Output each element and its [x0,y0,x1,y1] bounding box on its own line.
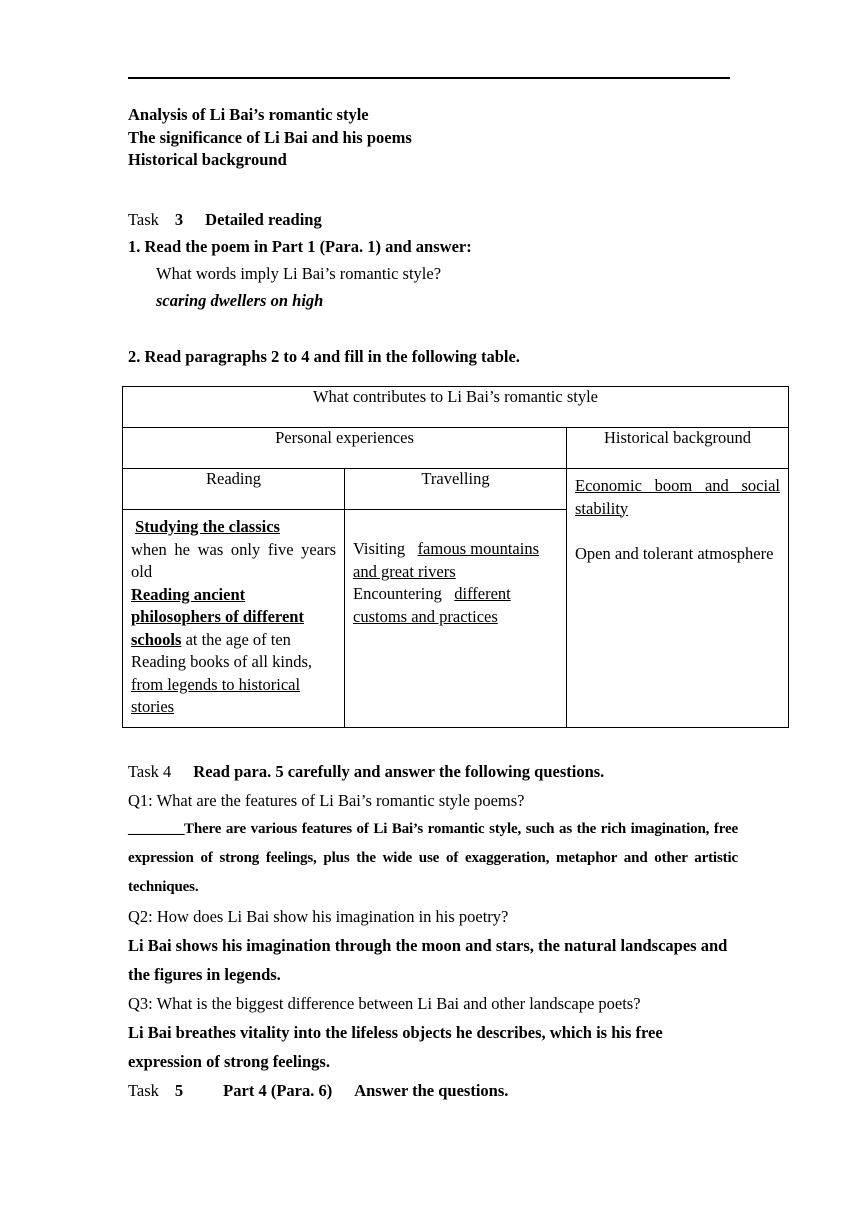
task3-heading: Task 3 Detailed reading [128,206,788,233]
table-group-personal-experiences: Personal experiences [122,427,567,469]
task3-label: Task [128,209,159,229]
task4-q1: Q1: What are the features of Li Bai’s ro… [128,791,525,810]
task4-label: Task [128,762,159,781]
task3-question: What words imply Li Bai’s romantic style… [156,263,442,283]
romantic-style-table-wrap: What contributes to Li Bai’s romantic st… [122,386,789,728]
table-group-historical-background: Historical background [566,427,789,469]
task4-a2: Li Bai shows his imagination through the… [128,936,728,984]
header-rule [128,77,730,79]
reading-line-4-underlined: from legends to historical stories [131,674,301,717]
task3-number: 3 [174,209,184,229]
table-cell-reading: Studying the classics when he was only f… [122,509,345,728]
document-page: Analysis of Li Bai’s romantic style The … [0,0,860,1216]
reading-line-3-tail: at the age of ten [181,629,291,649]
task3-title: Detailed reading [205,209,322,229]
section2-heading: 2. Read paragraphs 2 to 4 and fill in th… [128,347,520,366]
table-title-cell: What contributes to Li Bai’s romantic st… [122,386,789,428]
heading-line-3: Historical background [128,150,287,169]
task4-q3: Q3: What is the biggest difference betwe… [128,994,641,1013]
table-cell-travelling: Visiting famous mountains and great rive… [344,509,567,728]
table-subheader-reading: Reading [122,468,345,510]
romantic-style-table: What contributes to Li Bai’s romantic st… [122,386,789,728]
task5-number: 5 [174,1081,184,1100]
travelling-line-2: Encountering [353,584,442,603]
task3-answer: scaring dwellers on high [156,290,324,310]
reading-line-1: Studying the classics [135,517,280,536]
task5-label: Task [128,1081,159,1100]
historical-line-2: Open and tolerant atmosphere [575,543,774,563]
task4-title: Read para. 5 carefully and answer the fo… [193,762,605,781]
spacer-after-headings [128,172,788,206]
table-row-subheaders: Reading Travelling Economic boom and soc… [122,468,789,728]
task4-a1-blank: ________ [128,821,185,837]
task4-a1: ________There are various features of Li… [128,815,738,902]
heading-line-2: The significance of Li Bai and his poems [128,127,412,147]
task4-q2: Q2: How does Li Bai show his imagination… [128,907,509,926]
table-subheader-travelling: Travelling [344,468,567,510]
document-content: Analysis of Li Bai’s romantic style The … [128,104,788,314]
heading-line-1: Analysis of Li Bai’s romantic style [128,105,369,124]
task5-title: Answer the questions. [354,1081,509,1100]
historical-spacer [575,520,780,543]
reading-line-4: Reading books of all kinds, [131,652,313,671]
task4-heading: Task 4 Read para. 5 carefully and answer … [128,757,738,786]
task4-a1-text: There are various features of Li Bai’s r… [128,821,738,895]
task3-item1: 1. Read the poem in Part 1 (Para. 1) and… [128,236,472,256]
reading-line-2: when he was only five years old [131,539,336,582]
travelling-line-1: Visiting [353,539,406,558]
table-row-groups: Personal experiences Historical backgrou… [122,427,789,469]
task4-number: 4 [163,762,172,781]
task5-heading: Task 5 Part 4 (Para. 6) Answer the question… [128,1076,738,1105]
table-row-title: What contributes to Li Bai’s romantic st… [122,386,789,428]
table-cell-historical-background: Economic boom and social stability Open … [566,468,789,728]
task5-part: Part 4 (Para. 6) [223,1081,333,1100]
task4-block: Task 4 Read para. 5 carefully and answer … [128,757,738,1105]
historical-line-1: Economic boom and social stability [575,476,780,518]
task4-a3: Li Bai breathes vitality into the lifele… [128,1023,663,1071]
